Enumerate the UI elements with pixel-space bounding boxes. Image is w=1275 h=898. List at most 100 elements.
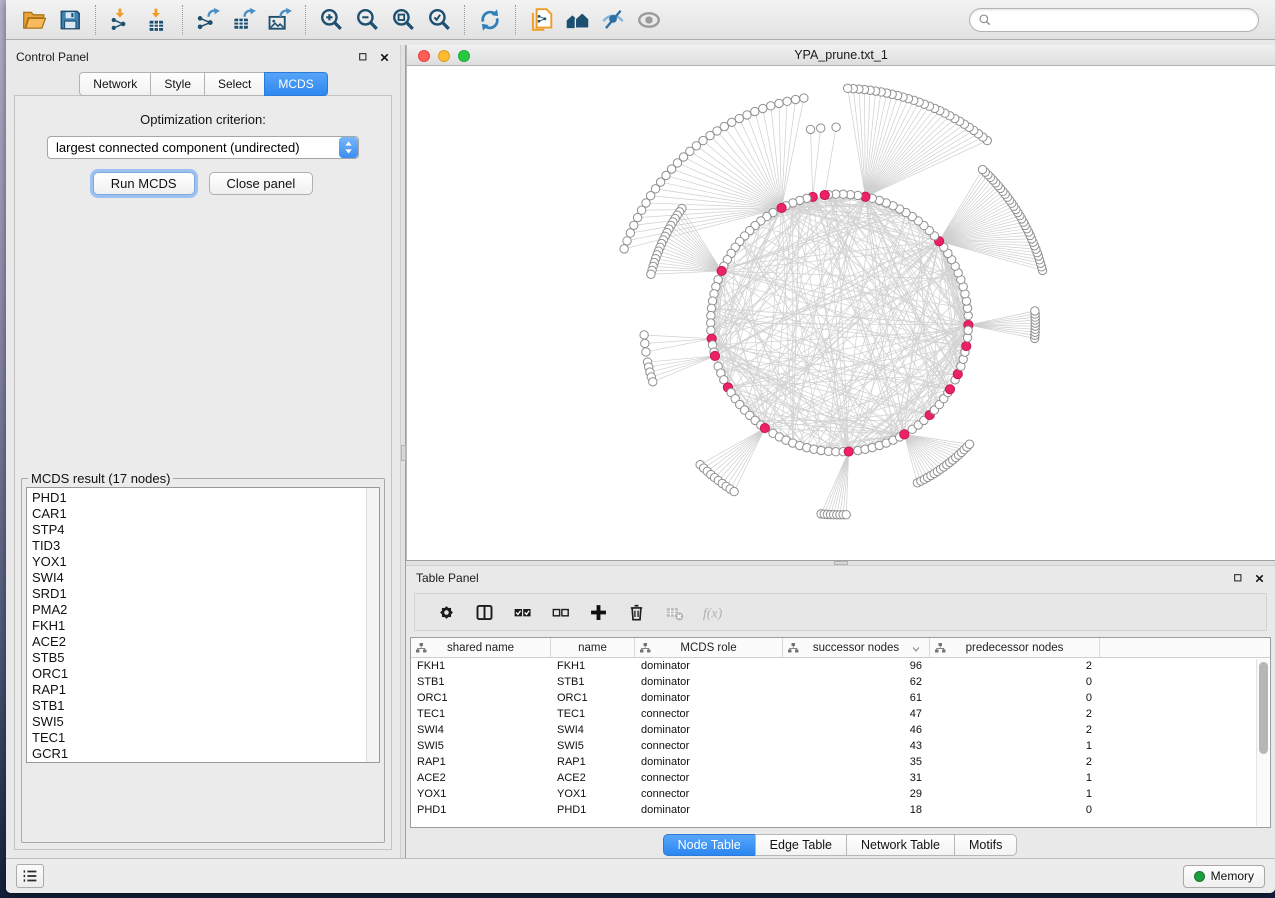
graph-node[interactable] <box>633 213 641 221</box>
table-row[interactable]: SWI4SWI4dominator462 <box>411 722 1270 738</box>
browser-home-button[interactable] <box>559 4 595 36</box>
graph-hub-node[interactable] <box>844 447 853 456</box>
result-list-item[interactable]: STB5 <box>32 650 379 666</box>
result-list-item[interactable]: SRD1 <box>32 586 379 602</box>
graph-hub-node[interactable] <box>717 266 726 275</box>
column-header-predecessor-nodes[interactable]: predecessor nodes <box>930 638 1100 657</box>
graph-node[interactable] <box>641 339 649 347</box>
network-canvas[interactable] <box>407 66 1275 560</box>
graph-hub-node[interactable] <box>777 203 786 212</box>
import-network-button[interactable] <box>103 4 139 36</box>
graph-node[interactable] <box>800 94 808 102</box>
maximize-window-icon[interactable] <box>458 50 470 62</box>
import-table-button[interactable] <box>139 4 175 36</box>
graph-node[interactable] <box>783 97 791 105</box>
column-header-successor-nodes[interactable]: successor nodes <box>783 638 930 657</box>
open-file-button[interactable] <box>16 4 52 36</box>
graph-node[interactable] <box>775 99 783 107</box>
splitter-grip-h[interactable] <box>834 561 848 565</box>
splitter-grip[interactable] <box>401 445 406 461</box>
graph-node[interactable] <box>743 111 751 119</box>
result-list-item[interactable]: STB1 <box>32 698 379 714</box>
result-list-item[interactable]: CAR1 <box>32 506 379 522</box>
table-row[interactable]: SWI5SWI5connector431 <box>411 738 1270 754</box>
result-list-item[interactable]: RAP1 <box>32 682 379 698</box>
result-list-scrollbar[interactable] <box>366 488 379 762</box>
graph-node[interactable] <box>623 237 631 245</box>
graph-node[interactable] <box>806 125 814 133</box>
graph-node[interactable] <box>730 487 738 495</box>
graph-node[interactable] <box>978 165 986 173</box>
graph-node[interactable] <box>630 221 638 229</box>
select-all-button[interactable] <box>503 596 541 628</box>
network-graph[interactable] <box>407 66 1275 560</box>
close-panel-icon[interactable] <box>379 52 390 63</box>
show-columns-button[interactable] <box>465 596 503 628</box>
result-list-item[interactable]: STP4 <box>32 522 379 538</box>
result-list-item[interactable]: ACE2 <box>32 634 379 650</box>
zoom-fit-button[interactable] <box>385 4 421 36</box>
graph-hub-node[interactable] <box>945 385 954 394</box>
minimize-window-icon[interactable] <box>438 50 450 62</box>
table-row[interactable]: FKH1FKH1dominator962 <box>411 658 1270 674</box>
table-row[interactable]: ACE2ACE2connector311 <box>411 770 1270 786</box>
table-row[interactable]: TEC1TEC1connector472 <box>411 706 1270 722</box>
graph-node[interactable] <box>1031 307 1039 315</box>
table-row[interactable]: RAP1RAP1dominator352 <box>411 754 1270 770</box>
tab-edge-table[interactable]: Edge Table <box>755 834 847 856</box>
add-column-button[interactable] <box>579 596 617 628</box>
graph-node[interactable] <box>751 107 759 115</box>
tab-mcds[interactable]: MCDS <box>264 72 327 96</box>
table-row[interactable]: ORC1ORC1dominator610 <box>411 690 1270 706</box>
graph-node[interactable] <box>964 326 972 334</box>
close-table-panel-icon[interactable] <box>1254 573 1265 584</box>
task-history-button[interactable] <box>16 864 44 888</box>
zoom-selected-button[interactable] <box>421 4 457 36</box>
vertical-splitter[interactable] <box>400 45 406 858</box>
result-list-item[interactable]: TID3 <box>32 538 379 554</box>
graph-hub-node[interactable] <box>900 430 909 439</box>
search-input[interactable] <box>992 12 1250 28</box>
column-header-MCDS-role[interactable]: MCDS role <box>635 638 783 657</box>
settings-button[interactable] <box>427 596 465 628</box>
table-row[interactable]: YOX1YOX1connector291 <box>411 786 1270 802</box>
export-table-button[interactable] <box>226 4 262 36</box>
graph-hub-node[interactable] <box>760 423 769 432</box>
tab-network[interactable]: Network <box>79 72 151 96</box>
graph-node[interactable] <box>843 84 851 92</box>
save-session-button[interactable] <box>52 4 88 36</box>
show-eye-button[interactable] <box>631 4 667 36</box>
result-list-item[interactable]: PMA2 <box>32 602 379 618</box>
table-scrollbar[interactable] <box>1256 659 1269 826</box>
float-table-panel-icon[interactable] <box>1233 573 1243 583</box>
optimization-select[interactable]: largest connected component (undirected) <box>47 136 359 159</box>
graph-node[interactable] <box>965 440 973 448</box>
memory-button[interactable]: Memory <box>1183 865 1265 888</box>
graph-node[interactable] <box>767 102 775 110</box>
graph-hub-node[interactable] <box>820 190 829 199</box>
graph-node[interactable] <box>832 123 840 131</box>
graph-node[interactable] <box>642 348 650 356</box>
result-list-item[interactable]: TEC1 <box>32 730 379 746</box>
graph-hub-node[interactable] <box>962 341 971 350</box>
graph-node[interactable] <box>640 331 648 339</box>
table-scrollbar-thumb[interactable] <box>1259 662 1268 754</box>
table-row[interactable]: STB1STB1dominator620 <box>411 674 1270 690</box>
close-window-icon[interactable] <box>418 50 430 62</box>
table-row[interactable]: PHD1PHD1dominator180 <box>411 802 1270 818</box>
graph-node[interactable] <box>647 270 655 278</box>
graph-node[interactable] <box>626 229 634 237</box>
graph-node[interactable] <box>842 510 850 518</box>
zoom-out-button[interactable] <box>349 4 385 36</box>
delete-column-button[interactable] <box>617 596 655 628</box>
graph-node[interactable] <box>759 104 767 112</box>
result-list-item[interactable]: FKH1 <box>32 618 379 634</box>
graph-node[interactable] <box>791 95 799 103</box>
result-list-item[interactable]: SWI5 <box>32 714 379 730</box>
tab-network-table[interactable]: Network Table <box>846 834 955 856</box>
unselect-all-button[interactable] <box>541 596 579 628</box>
tab-node-table[interactable]: Node Table <box>663 834 756 856</box>
run-mcds-button[interactable]: Run MCDS <box>93 172 195 195</box>
graph-node[interactable] <box>817 124 825 132</box>
tab-motifs[interactable]: Motifs <box>954 834 1017 856</box>
